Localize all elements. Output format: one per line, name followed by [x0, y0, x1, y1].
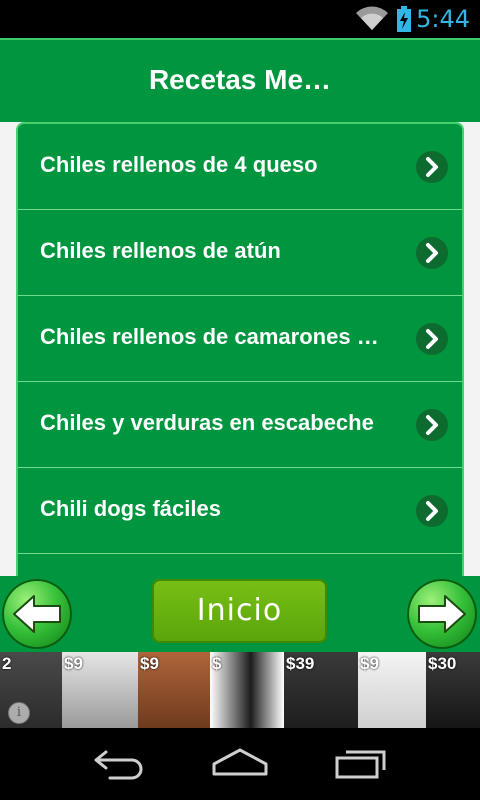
ad-price: $ — [212, 654, 222, 673]
forward-button[interactable] — [407, 579, 477, 649]
chevron-right-icon — [416, 323, 448, 355]
list-item-label: Chili dogs fáciles — [40, 496, 221, 521]
wifi-icon — [356, 6, 388, 30]
ad-price: $9 — [140, 654, 159, 673]
ad-product[interactable]: $9 — [138, 652, 210, 728]
chevron-right-icon — [416, 495, 448, 527]
list-item[interactable]: Chiles rellenos de 4 queso — [18, 124, 462, 210]
title-bar: Recetas Me… — [0, 38, 480, 122]
ad-price: $9 — [64, 654, 83, 673]
back-icon[interactable] — [92, 746, 148, 780]
battery-icon — [397, 6, 411, 32]
ad-product[interactable]: 2 i — [0, 652, 62, 728]
page-title: Recetas Me… — [148, 64, 332, 95]
ad-product[interactable]: $39 — [284, 652, 358, 728]
ad-product[interactable]: $30 — [426, 652, 480, 728]
list-item[interactable]: Chiles rellenos de atún — [18, 210, 462, 296]
recipe-list: Chiles rellenos de 4 queso Chiles rellen… — [16, 122, 464, 576]
ad-price: $30 — [428, 654, 457, 673]
arrow-left-icon — [13, 595, 61, 633]
status-time: 5:44 — [416, 5, 470, 33]
chevron-right-icon — [416, 409, 448, 441]
list-item[interactable]: Chiles y verduras en escabeche — [18, 382, 462, 468]
ad-banner[interactable]: 2 i $9 $9 $ $39 $9 $30 — [0, 652, 480, 728]
ad-price: $39 — [286, 654, 315, 673]
list-item[interactable]: Chili dogs fáciles — [18, 468, 462, 554]
list-item-label: Chiles y verduras en escabeche — [40, 410, 374, 435]
ad-product[interactable]: $9 — [62, 652, 138, 728]
ad-price: $9 — [360, 654, 379, 673]
info-icon[interactable]: i — [8, 702, 30, 724]
list-item-label: Chiles rellenos de 4 queso — [40, 152, 318, 177]
ad-product[interactable]: $9 — [358, 652, 426, 728]
list-item-label: Chiles rellenos de atún — [40, 238, 281, 263]
arrow-right-icon — [418, 595, 466, 633]
bottom-nav: Inicio — [0, 576, 480, 652]
list-item[interactable]: Chiles rellenos de camarones y … — [18, 296, 462, 382]
chevron-right-icon — [416, 151, 448, 183]
recent-apps-icon[interactable] — [334, 746, 388, 780]
home-icon[interactable] — [210, 746, 270, 780]
home-button[interactable]: Inicio — [152, 579, 327, 643]
recipe-list-area[interactable]: Chiles rellenos de 4 queso Chiles rellen… — [0, 122, 480, 576]
list-item[interactable] — [18, 554, 462, 576]
status-bar: 5:44 — [0, 0, 480, 38]
back-button[interactable] — [2, 579, 72, 649]
system-nav-bar — [0, 728, 480, 800]
ad-product[interactable]: $ — [210, 652, 284, 728]
chevron-right-icon — [416, 237, 448, 269]
ad-price: 2 — [2, 654, 12, 673]
list-item-label: Chiles rellenos de camarones y … — [40, 324, 380, 349]
